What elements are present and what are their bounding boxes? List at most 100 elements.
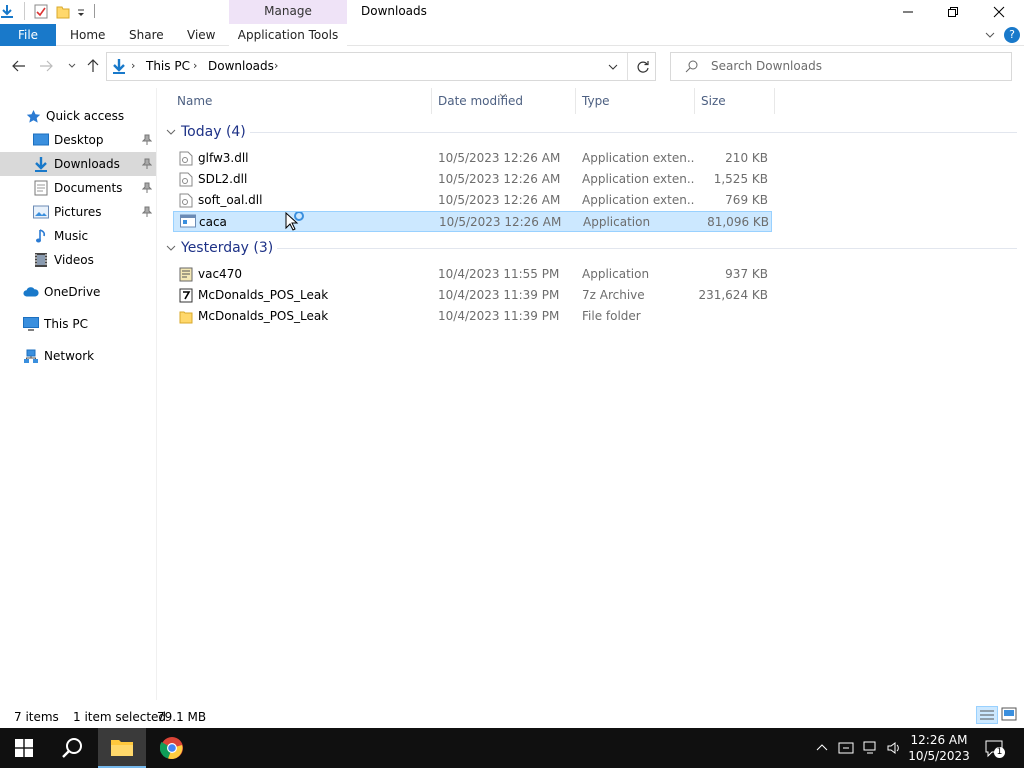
- table-row[interactable]: soft_oal.dll 10/5/2023 12:26 AM Applicat…: [173, 190, 772, 211]
- star-icon: [25, 108, 41, 124]
- nav-label: Music: [54, 229, 89, 243]
- tab-share[interactable]: Share: [129, 24, 164, 46]
- close-button[interactable]: [976, 0, 1022, 24]
- search-taskbar-button[interactable]: [48, 728, 96, 768]
- group-header-yesterday[interactable]: Yesterday (3): [165, 237, 273, 259]
- network-status-icon[interactable]: [863, 740, 879, 759]
- breadcrumb-downloads[interactable]: Downloads: [208, 59, 274, 73]
- recent-locations-button[interactable]: [62, 56, 82, 76]
- chevron-down-icon: [68, 63, 76, 68]
- refresh-icon[interactable]: [636, 60, 650, 77]
- sidebar-item-downloads[interactable]: Downloads: [0, 152, 156, 176]
- table-row[interactable]: glfw3.dll 10/5/2023 12:26 AM Application…: [173, 148, 772, 169]
- nav-quick-access[interactable]: Quick access: [0, 104, 156, 128]
- sidebar-item-documents[interactable]: Documents: [0, 176, 156, 200]
- action-center-button[interactable]: 1: [984, 738, 1005, 758]
- help-icon[interactable]: ?: [1004, 27, 1020, 43]
- column-header-date[interactable]: Date modified: [432, 88, 576, 114]
- address-history-icon[interactable]: [607, 61, 619, 75]
- pin-icon[interactable]: [141, 134, 153, 146]
- file-size: [698, 306, 768, 327]
- cloud-icon: [23, 284, 39, 300]
- clock-time: 12:26 AM: [910, 733, 968, 747]
- table-row[interactable]: McDonalds_POS_Leak 10/4/2023 11:39 PM 7z…: [173, 285, 772, 306]
- breadcrumb-separator-icon[interactable]: ›: [131, 59, 135, 72]
- downloads-location-icon: [111, 58, 127, 78]
- pin-icon[interactable]: [141, 182, 153, 194]
- file-size: 231,624 KB: [698, 288, 768, 302]
- search-input[interactable]: Search Downloads: [711, 59, 822, 73]
- sidebar-item-network[interactable]: Network: [0, 344, 156, 368]
- minimize-button[interactable]: [885, 0, 931, 24]
- breadcrumb-separator-icon[interactable]: ›: [193, 59, 197, 72]
- show-hidden-icons-icon[interactable]: [816, 741, 828, 756]
- tab-view[interactable]: View: [187, 24, 215, 46]
- nav-label: Videos: [54, 253, 94, 267]
- search-box[interactable]: Search Downloads: [670, 52, 1012, 81]
- sidebar-item-videos[interactable]: Videos: [0, 248, 156, 272]
- pin-icon[interactable]: [141, 158, 153, 170]
- start-button[interactable]: [0, 728, 48, 768]
- qat-customize-icon[interactable]: [76, 4, 90, 19]
- archive-icon: [179, 288, 193, 303]
- table-row[interactable]: McDonalds_POS_Leak 10/4/2023 11:39 PM Fi…: [173, 306, 772, 327]
- details-view-button[interactable]: [976, 706, 998, 724]
- forward-button[interactable]: [36, 56, 56, 76]
- file-name: SDL2.dll: [198, 172, 248, 186]
- large-icons-view-icon: [1001, 707, 1017, 721]
- restore-button[interactable]: [930, 0, 976, 24]
- sidebar-item-music[interactable]: Music: [0, 224, 156, 248]
- file-date: 10/5/2023 12:26 AM: [438, 151, 561, 165]
- tab-application-tools[interactable]: Application Tools: [229, 24, 347, 46]
- download-arrow-icon[interactable]: [0, 4, 14, 19]
- sidebar-item-pictures[interactable]: Pictures: [0, 200, 156, 224]
- group-header-today[interactable]: Today (4): [165, 121, 246, 143]
- arrow-right-icon: [40, 60, 53, 72]
- dll-icon: [179, 151, 193, 166]
- sidebar-item-onedrive[interactable]: OneDrive: [0, 280, 156, 304]
- nav-label: Quick access: [46, 109, 125, 123]
- file-list: Name Date modified Type Size Today (4) g…: [157, 88, 1024, 700]
- sidebar-item-this-pc[interactable]: This PC: [0, 312, 156, 336]
- file-name: vac470: [198, 267, 242, 281]
- column-header-type[interactable]: Type: [576, 88, 695, 114]
- folder-icon: [111, 740, 133, 756]
- manage-context-tab[interactable]: Manage: [229, 0, 347, 24]
- column-header-size[interactable]: Size: [695, 88, 775, 114]
- window-title: Downloads: [361, 4, 427, 18]
- file-type: File folder: [582, 309, 641, 323]
- tab-file[interactable]: File: [0, 24, 56, 46]
- exe-icon: [180, 214, 196, 229]
- expand-ribbon-icon[interactable]: [984, 29, 996, 44]
- file-type: 7z Archive: [582, 288, 645, 302]
- file-type: Application exten...: [582, 193, 694, 207]
- up-button[interactable]: [83, 56, 103, 76]
- security-icon[interactable]: [838, 740, 854, 759]
- table-row[interactable]: vac470 10/4/2023 11:55 PM Application 93…: [173, 264, 772, 285]
- column-header-name[interactable]: Name: [171, 88, 432, 114]
- file-date: 10/5/2023 12:26 AM: [439, 215, 562, 229]
- file-explorer-taskbar-button[interactable]: [98, 728, 146, 768]
- pin-icon[interactable]: [141, 206, 153, 218]
- nav-label: Network: [44, 349, 95, 363]
- system-clock[interactable]: 12:26 AM 10/5/2023: [904, 732, 974, 764]
- tab-home[interactable]: Home: [70, 24, 105, 46]
- sidebar-item-desktop[interactable]: Desktop: [0, 128, 156, 152]
- file-size: 769 KB: [725, 193, 768, 207]
- properties-icon[interactable]: [34, 4, 48, 19]
- table-row-selected[interactable]: caca 10/5/2023 12:26 AM Application 81,0…: [173, 211, 772, 232]
- table-row[interactable]: SDL2.dll 10/5/2023 12:26 AM Application …: [173, 169, 772, 190]
- chrome-taskbar-button[interactable]: [148, 728, 196, 768]
- breadcrumb-separator-icon[interactable]: ›: [274, 59, 278, 72]
- chrome-icon: [160, 737, 183, 760]
- large-icons-view-button[interactable]: [1001, 707, 1017, 724]
- breadcrumb-this-pc[interactable]: This PC: [146, 59, 190, 73]
- volume-icon[interactable]: [886, 740, 902, 759]
- navigation-pane: Quick access Desktop Downloads Documents: [0, 88, 157, 700]
- arrow-up-icon: [87, 59, 99, 72]
- new-folder-icon[interactable]: [56, 4, 70, 19]
- file-name: McDonalds_POS_Leak: [198, 309, 329, 323]
- file-size: 210 KB: [725, 151, 768, 165]
- address-bar[interactable]: › This PC › Downloads ›: [106, 52, 656, 81]
- back-button[interactable]: [9, 56, 29, 76]
